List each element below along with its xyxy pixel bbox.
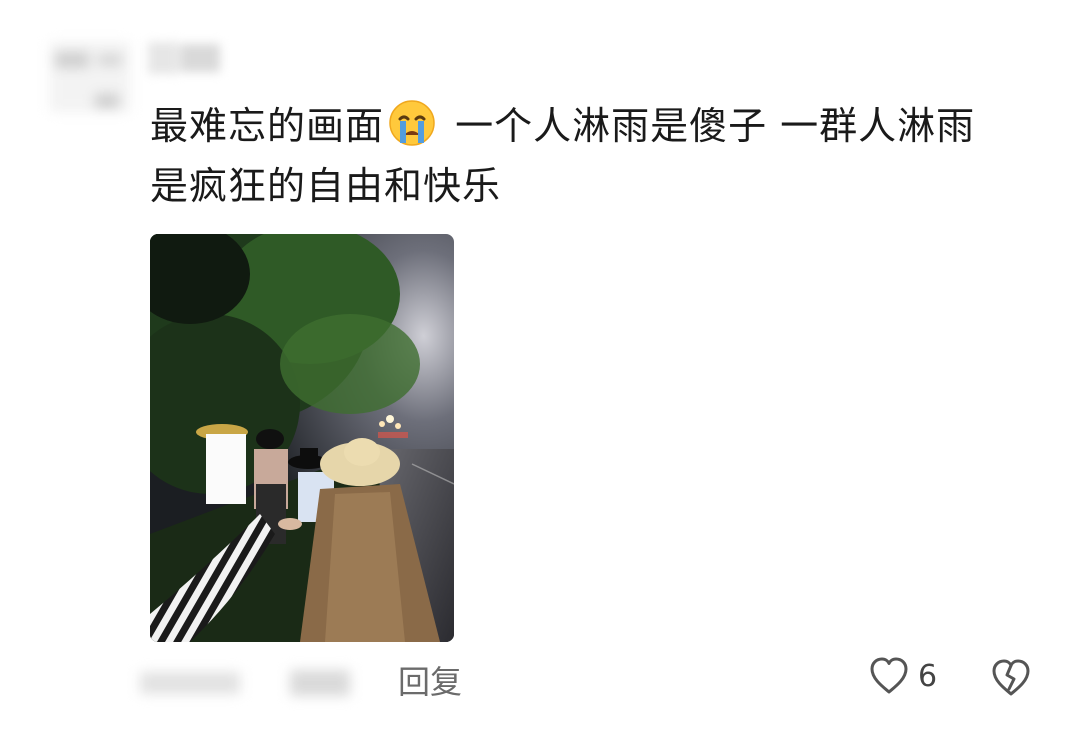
comment-text-part1: 最难忘的画面	[150, 104, 385, 148]
username-blurred[interactable]	[148, 38, 268, 78]
avatar[interactable]	[40, 22, 140, 122]
comment-text: 最难忘的画面 一个人淋雨是傻子 一群人淋雨 是疯狂的自由和快乐	[150, 96, 1050, 216]
comment-text-part2: 一个人淋雨是傻子 一群人淋雨	[442, 104, 976, 148]
night-rain-photo	[150, 234, 454, 642]
comment-card: 最难忘的画面 一个人淋雨是傻子 一群人淋雨 是疯狂的自由和快乐 回复 6	[0, 0, 1080, 734]
like-button[interactable]: 6	[868, 656, 937, 696]
comment-photo[interactable]	[150, 234, 454, 642]
reply-button[interactable]: 回复	[398, 660, 462, 704]
like-count: 6	[918, 658, 938, 694]
comment-footer: 回复 6	[0, 650, 1080, 710]
crying-face-icon	[389, 100, 435, 146]
comment-text-line2: 是疯狂的自由和快乐	[150, 164, 502, 208]
broken-heart-icon	[992, 659, 1030, 696]
timestamp-location-blurred	[140, 660, 380, 704]
dislike-button[interactable]	[990, 658, 1032, 702]
heart-outline-icon	[870, 657, 908, 694]
